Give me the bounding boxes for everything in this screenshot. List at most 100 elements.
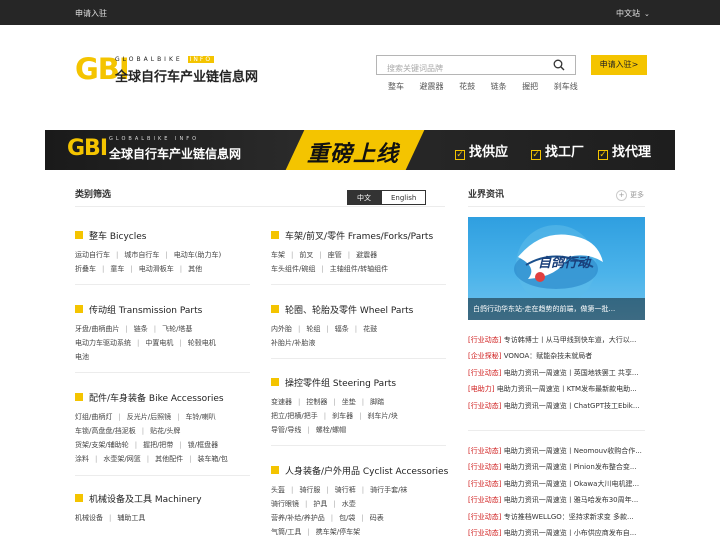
news-item[interactable]: [电助力] 电助力资讯一周速览丨KTM发布最新款电助... bbox=[468, 384, 645, 400]
category-link[interactable]: 电动车(助力车) bbox=[174, 251, 221, 259]
category-title[interactable]: 整车 Bicycles bbox=[75, 229, 255, 242]
category-link[interactable]: 码表 bbox=[370, 514, 384, 522]
category-link[interactable]: 头盔 bbox=[271, 486, 285, 494]
category-link[interactable]: 飞轮/塔基 bbox=[162, 325, 192, 333]
category-link[interactable]: 中置电机 bbox=[145, 339, 173, 347]
category-link[interactable]: 补胎片/补胎液 bbox=[271, 339, 315, 347]
category-link[interactable]: 营养/补给/养护品 bbox=[271, 514, 325, 522]
category-link[interactable]: 装车箱/包 bbox=[197, 455, 227, 463]
category-link[interactable]: 车架 bbox=[271, 251, 285, 259]
lang-en-button[interactable]: English bbox=[381, 190, 427, 205]
lang-cn-button[interactable]: 中文 bbox=[347, 190, 381, 205]
category-link[interactable]: 电池 bbox=[75, 353, 89, 361]
category-link[interactable]: 骑行服 bbox=[299, 486, 320, 494]
category-link[interactable]: 脚踏 bbox=[370, 398, 384, 406]
category-link[interactable]: 灯组/曲柄灯 bbox=[75, 413, 112, 421]
category-link[interactable]: 轮毂电机 bbox=[188, 339, 216, 347]
category-link[interactable]: 涂料 bbox=[75, 455, 89, 463]
category-link[interactable]: 避震器 bbox=[356, 251, 377, 259]
news-item[interactable]: [行业动态] 专访推档WELLGO：坚持求新求变 多款... bbox=[468, 512, 645, 528]
hot-keyword[interactable]: 避震器 bbox=[420, 82, 444, 91]
category-link[interactable]: 辅助工具 bbox=[117, 514, 145, 522]
category-link[interactable]: 握把/把带 bbox=[143, 441, 173, 449]
category-link[interactable]: 主轴组件/转轴组件 bbox=[330, 265, 388, 273]
news-item[interactable]: [行业动态] 专访韩博士丨从马甲线到快车道，大行以... bbox=[468, 335, 645, 351]
news-item[interactable]: [企业探秘] VONOA：赋能杂技未就局者 bbox=[468, 351, 645, 367]
category-link[interactable]: 牙盘/曲柄曲片 bbox=[75, 325, 119, 333]
hot-keyword[interactable]: 花鼓 bbox=[459, 82, 475, 91]
news-tag: [行业动态] bbox=[468, 479, 502, 488]
category-title[interactable]: 操控零件组 Steering Parts bbox=[271, 376, 451, 389]
category-link[interactable]: 锁/框盘器 bbox=[188, 441, 218, 449]
logo-en: GLOBALBIKE INFO bbox=[115, 56, 215, 63]
category-links: 灯组/曲柄灯 | 反光片/后照镜 | 车铃/喇叭 车锁/高盘盘/挡泥板 | 贴花/头牌 货架… bbox=[75, 413, 228, 463]
category-link[interactable]: 导管/导线 bbox=[271, 426, 301, 434]
category-link[interactable]: 坐垫 bbox=[342, 398, 356, 406]
news-item[interactable]: [行业动态] 电助力资讯一周速览丨英国地铁罢工 共享... bbox=[468, 368, 645, 384]
category-title[interactable]: 车架/前叉/零件 Frames/Forks/Parts bbox=[271, 229, 451, 242]
category-link[interactable]: 电动力车驱动系统 bbox=[75, 339, 131, 347]
category-link[interactable]: 变速器 bbox=[271, 398, 292, 406]
category-link[interactable]: 气筒/工具 bbox=[271, 528, 301, 536]
category-title[interactable]: 传动组 Transmission Parts bbox=[75, 303, 255, 316]
news-item[interactable]: [行业动态] 电助力资讯一周速览丨Okawa大川电机建... bbox=[468, 479, 645, 495]
category-link[interactable]: 货架/支架/辅助轮 bbox=[75, 441, 129, 449]
news-feature-image[interactable]: 自鸽行动 白鸽行动华东站-走在趋势的前端，做第一批... bbox=[468, 217, 645, 320]
hot-keyword[interactable]: 链条 bbox=[491, 82, 507, 91]
news-item[interactable]: [行业动态] 电助力资讯一周速览丨Neomouv收购合作... bbox=[468, 446, 645, 462]
site-logo[interactable]: GBI GLOBALBIKE INFO 全球自行车产业链信息网 bbox=[75, 54, 258, 88]
category-link[interactable]: 其他 bbox=[188, 265, 202, 273]
category-link[interactable]: 其他配件 bbox=[155, 455, 183, 463]
search-input[interactable] bbox=[377, 59, 547, 78]
category-title[interactable]: 轮圈、轮胎及零件 Wheel Parts bbox=[271, 303, 451, 316]
category-link[interactable]: 花鼓 bbox=[363, 325, 377, 333]
category-link[interactable]: 城市自行车 bbox=[124, 251, 159, 259]
category-link[interactable]: 电动滑板车 bbox=[139, 265, 174, 273]
category-title[interactable]: 机械设备及工具 Machinery bbox=[75, 492, 255, 505]
category-link[interactable]: 辐条 bbox=[335, 325, 349, 333]
language-switch[interactable]: 中文站 ⌄ bbox=[616, 8, 650, 19]
category-link[interactable]: 携车架/停车架 bbox=[316, 528, 360, 536]
category-link[interactable]: 车头组件/碗组 bbox=[271, 265, 315, 273]
category-link[interactable]: 车锁/高盘盘/挡泥板 bbox=[75, 427, 136, 435]
top-apply-link[interactable]: 申请入驻 bbox=[75, 8, 107, 19]
category-link[interactable]: 螺栓/螺帽 bbox=[316, 426, 346, 434]
category-link[interactable]: 运动自行车 bbox=[75, 251, 110, 259]
category-link[interactable]: 车铃/喇叭 bbox=[185, 413, 215, 421]
category-link[interactable]: 反光片/后照镜 bbox=[127, 413, 171, 421]
news-item[interactable]: [行业动态] 电助力资讯一周速览丨ChatGPT技工Ebik... bbox=[468, 401, 645, 417]
category-link[interactable]: 水壶架/网篮 bbox=[103, 455, 140, 463]
category-link[interactable]: 骑行手套/袜 bbox=[370, 486, 407, 494]
category-link[interactable]: 折叠车 bbox=[75, 265, 96, 273]
category-link[interactable]: 水壶 bbox=[342, 500, 356, 508]
category-link[interactable]: 把立/把横/把手 bbox=[271, 412, 318, 420]
search-icon[interactable] bbox=[553, 59, 565, 71]
category-link[interactable]: 贴花/头牌 bbox=[150, 427, 180, 435]
category-link[interactable]: 刹车片/块 bbox=[367, 412, 397, 420]
category-link[interactable]: 包/袋 bbox=[339, 514, 355, 522]
category-link[interactable]: 护具 bbox=[313, 500, 327, 508]
category-link[interactable]: 刹车器 bbox=[332, 412, 353, 420]
category-link[interactable]: 链条 bbox=[134, 325, 148, 333]
news-item[interactable]: [行业动态] 电助力资讯一周速览丨Pinion发布整合变... bbox=[468, 462, 645, 478]
category-link[interactable]: 内外胎 bbox=[271, 325, 292, 333]
hot-keyword[interactable]: 握把 bbox=[522, 82, 538, 91]
category-link[interactable]: 机械设备 bbox=[75, 514, 103, 522]
news-item[interactable]: [行业动态] 电助力资讯一周速览丨雅马哈发布30周年... bbox=[468, 495, 645, 511]
category-link[interactable]: 前叉 bbox=[299, 251, 313, 259]
category-link[interactable]: 童车 bbox=[110, 265, 124, 273]
news-item[interactable]: [行业动态] 电助力资讯一周速览丨小布供应商发布自... bbox=[468, 528, 645, 544]
news-more-link[interactable]: + 更多 bbox=[616, 190, 644, 201]
category-link[interactable]: 座管 bbox=[328, 251, 342, 259]
hot-keyword[interactable]: 刹车线 bbox=[554, 82, 578, 91]
hot-keyword[interactable]: 整车 bbox=[388, 82, 404, 91]
category-link[interactable]: 骑行裤 bbox=[335, 486, 356, 494]
category-link[interactable]: 骑行眼镜 bbox=[271, 500, 299, 508]
category-title[interactable]: 配件/车身装备 Bike Accessories bbox=[75, 391, 255, 404]
promo-banner[interactable]: GBI GLOBALBIKE INFO 全球自行车产业链信息网 重磅上线 ✓ 找供… bbox=[45, 130, 675, 170]
category-marker bbox=[271, 305, 279, 313]
category-title[interactable]: 人身装备/户外用品 Cyclist Accessories bbox=[271, 464, 456, 477]
category-link[interactable]: 轮组 bbox=[306, 325, 320, 333]
category-link[interactable]: 控制器 bbox=[306, 398, 327, 406]
apply-button[interactable]: 申请入驻> bbox=[591, 55, 647, 75]
